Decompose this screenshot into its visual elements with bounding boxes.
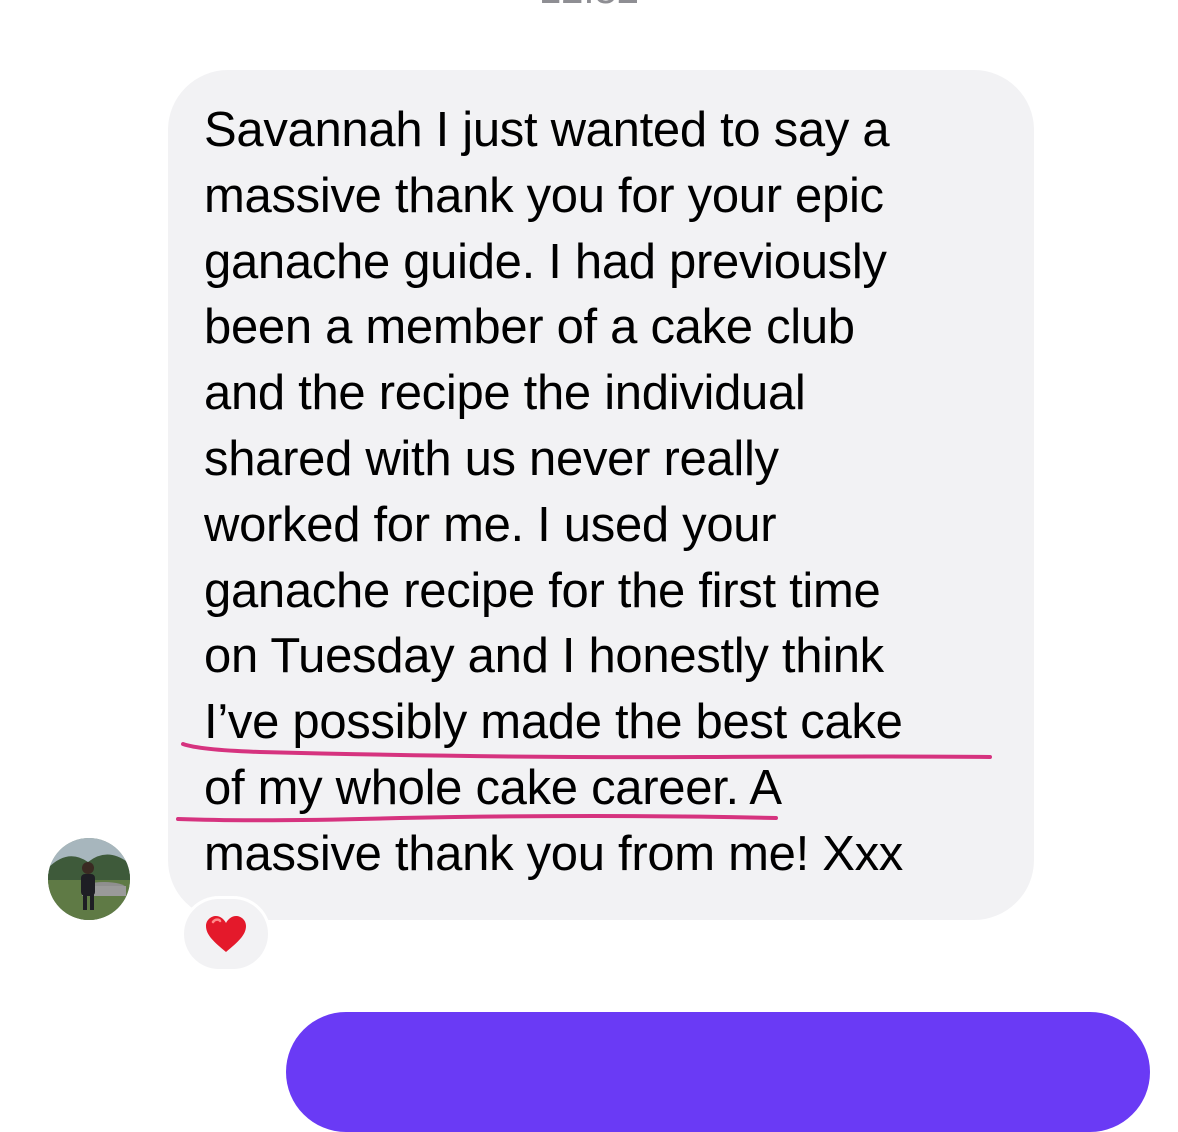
heart-icon [206,916,246,952]
message-line: shared with us never really [204,431,779,486]
avatar-photo [48,838,130,920]
message-line: ganache recipe for the first time [204,563,881,618]
reaction-badge[interactable] [181,896,271,972]
sent-message-bubble[interactable] [286,1012,1150,1132]
message-timestamp: 12:32 [0,0,1178,14]
reaction-badge-inner [184,899,268,969]
message-line: ganache guide. I had previously [204,234,887,289]
message-line: massive thank you for your epic [204,168,884,223]
message-line: I’ve possibly made the best cake [204,695,903,750]
received-message-text: Savannah I just wanted to say a massive t… [204,98,1014,888]
message-line: on Tuesday and I honestly think [204,629,884,684]
message-line: worked for me. I used your [204,497,777,552]
message-line: Savannah I just wanted to say a [204,103,890,157]
message-line: been a member of a cake club [204,300,855,355]
message-line: and the recipe the individual [204,366,806,421]
message-line: massive thank you from me! Xxx [204,826,904,881]
sender-avatar[interactable] [48,838,130,920]
message-line: of my whole cake career. A [204,760,782,815]
